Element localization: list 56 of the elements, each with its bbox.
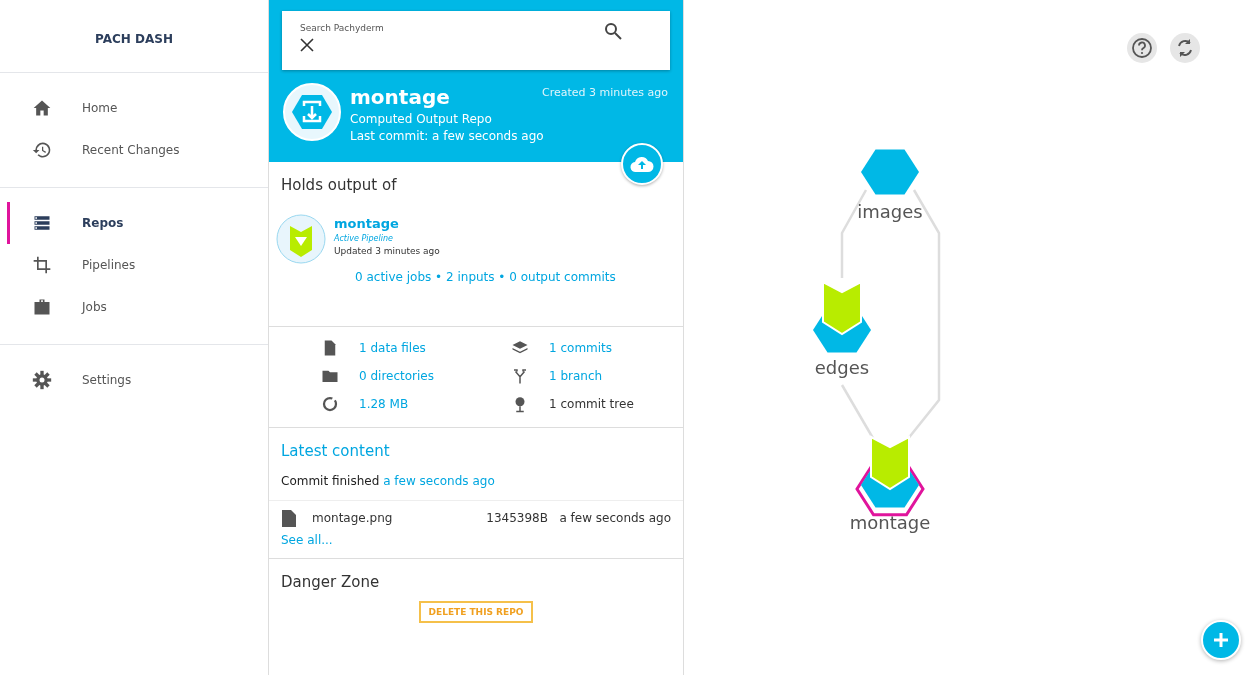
node-label: montage [849,512,931,533]
stat-link[interactable]: 1 data files [359,341,426,355]
file-name[interactable]: montage.png [312,511,487,525]
node-label: images [857,201,923,222]
nav-item[interactable]: Recent Changes [0,129,268,171]
file-size: 1345398B [486,511,548,525]
cloud-upload-icon [630,155,654,173]
section-title: Holds output of [281,176,398,194]
section-title: Danger Zone [281,573,381,591]
plus-icon [1213,632,1229,648]
history-icon [32,140,52,160]
created-time: Created 3 minutes ago [542,86,668,99]
pipeline-status: Active Pipeline [334,234,394,243]
pipeline-node-icon[interactable] [855,435,925,517]
nav-item[interactable]: Pipelines [0,244,268,286]
upload-button[interactable] [621,143,663,185]
repo-type: Computed Output Repo [350,112,493,126]
commit-time-link[interactable]: a few seconds ago [383,474,495,488]
stat-text: 1 commit tree [549,397,634,411]
nav-item[interactable]: Repos [0,202,268,244]
refresh-button[interactable] [1170,33,1200,63]
repo-node-icon[interactable] [861,149,919,195]
circle-icon [321,395,339,413]
branch-icon [511,367,529,385]
list-icon [32,213,52,233]
stat-link[interactable]: 1.28 MB [359,397,409,411]
section-title: Latest content [281,442,391,460]
file-icon [281,509,297,527]
file-time: a few seconds ago [559,511,671,525]
crop-icon [32,255,52,275]
last-commit: Last commit: a few seconds ago [350,129,544,143]
pipeline-updated: Updated 3 minutes ago [334,246,440,256]
stat-link[interactable]: 0 directories [359,369,434,383]
stat-link[interactable]: 1 commits [549,341,613,355]
add-button[interactable] [1201,620,1241,660]
app-title: PACH DASH [94,31,174,48]
see-all-link[interactable]: See all... [281,533,333,547]
repo-logo-icon [282,82,342,142]
help-button[interactable] [1127,33,1157,63]
help-icon [1131,37,1153,59]
commit-status: Commit finished a few seconds ago [281,474,496,488]
nav-item[interactable]: Jobs [0,286,268,328]
node-label: edges [814,357,870,378]
nav-item[interactable]: Settings [0,359,268,401]
pipeline-summary-link[interactable]: 0 active jobs • 2 inputs • 0 output commits [355,270,671,284]
pipeline-icon [276,214,326,264]
repo-name: montage [350,85,451,109]
pipeline-link[interactable]: montage [334,216,440,231]
home-icon [32,98,52,118]
close-icon[interactable] [300,38,314,52]
nav-item[interactable]: Home [0,87,268,129]
delete-button[interactable]: DELETE THIS REPO [418,601,534,623]
stat-link[interactable]: 1 branch [549,369,603,383]
briefcase-icon [32,297,52,317]
settings-icon [32,370,52,390]
search-icon[interactable] [604,22,622,40]
